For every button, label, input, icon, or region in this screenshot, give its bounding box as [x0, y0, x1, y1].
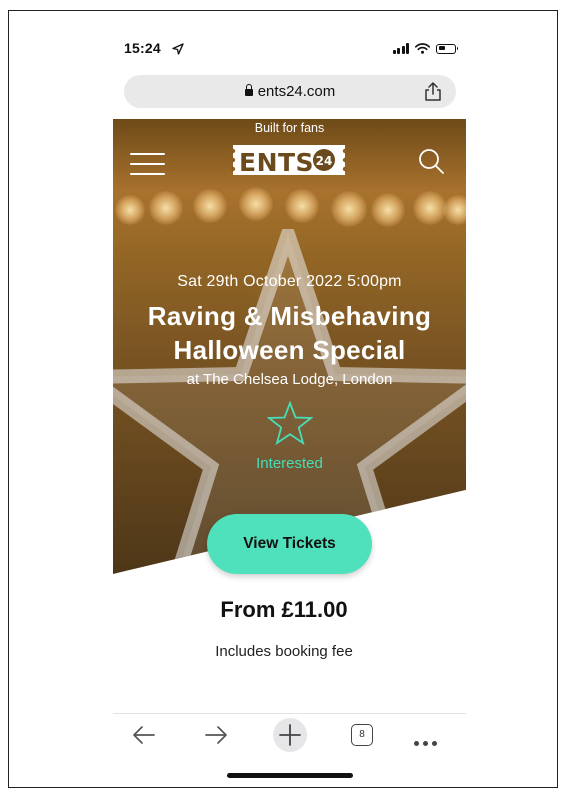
plus-icon: [279, 724, 301, 746]
url-text: ents24.com: [257, 83, 336, 100]
interested-label[interactable]: Interested: [113, 455, 466, 472]
battery-icon: [436, 43, 458, 54]
cellular-signal-icon: [392, 43, 409, 54]
status-time: 15:24: [124, 40, 161, 56]
svg-text:ENTS: ENTS: [239, 148, 314, 177]
back-arrow-icon[interactable]: [132, 722, 156, 748]
status-icons: [392, 43, 458, 54]
site-tagline: Built for fans: [254, 121, 325, 135]
tab-switcher-button[interactable]: 8: [351, 724, 373, 746]
view-tickets-button[interactable]: View Tickets: [207, 514, 372, 574]
lock-icon: [244, 84, 253, 96]
event-title: Raving & Misbehaving Halloween Special: [113, 299, 466, 367]
new-tab-button[interactable]: [273, 718, 307, 752]
event-title-line-2: Halloween Special: [173, 335, 406, 365]
interested-star-icon[interactable]: [267, 400, 313, 446]
search-icon[interactable]: [417, 147, 445, 175]
share-icon[interactable]: [424, 82, 442, 101]
toolbar-divider: [113, 713, 466, 714]
svg-text:24: 24: [316, 154, 333, 168]
status-bar: 15:24: [124, 40, 458, 62]
forward-arrow-icon[interactable]: [204, 722, 228, 748]
location-arrow-icon: [172, 43, 184, 55]
event-date: Sat 29th October 2022 5:00pm: [177, 273, 402, 290]
wifi-icon: [415, 43, 430, 54]
address-bar[interactable]: ents24.com: [124, 75, 456, 108]
ents24-logo[interactable]: ENTS 24: [231, 141, 349, 179]
hamburger-menu-icon[interactable]: [130, 153, 165, 175]
event-title-line-1: Raving & Misbehaving: [147, 301, 432, 331]
ticket-price: From £11.00: [220, 597, 348, 622]
more-options-icon[interactable]: [414, 733, 442, 746]
event-venue: at The Chelsea Lodge, London: [186, 371, 393, 388]
url-display[interactable]: ents24.com: [124, 83, 456, 100]
home-indicator[interactable]: [227, 773, 353, 778]
booking-fee-note: Includes booking fee: [215, 643, 353, 660]
